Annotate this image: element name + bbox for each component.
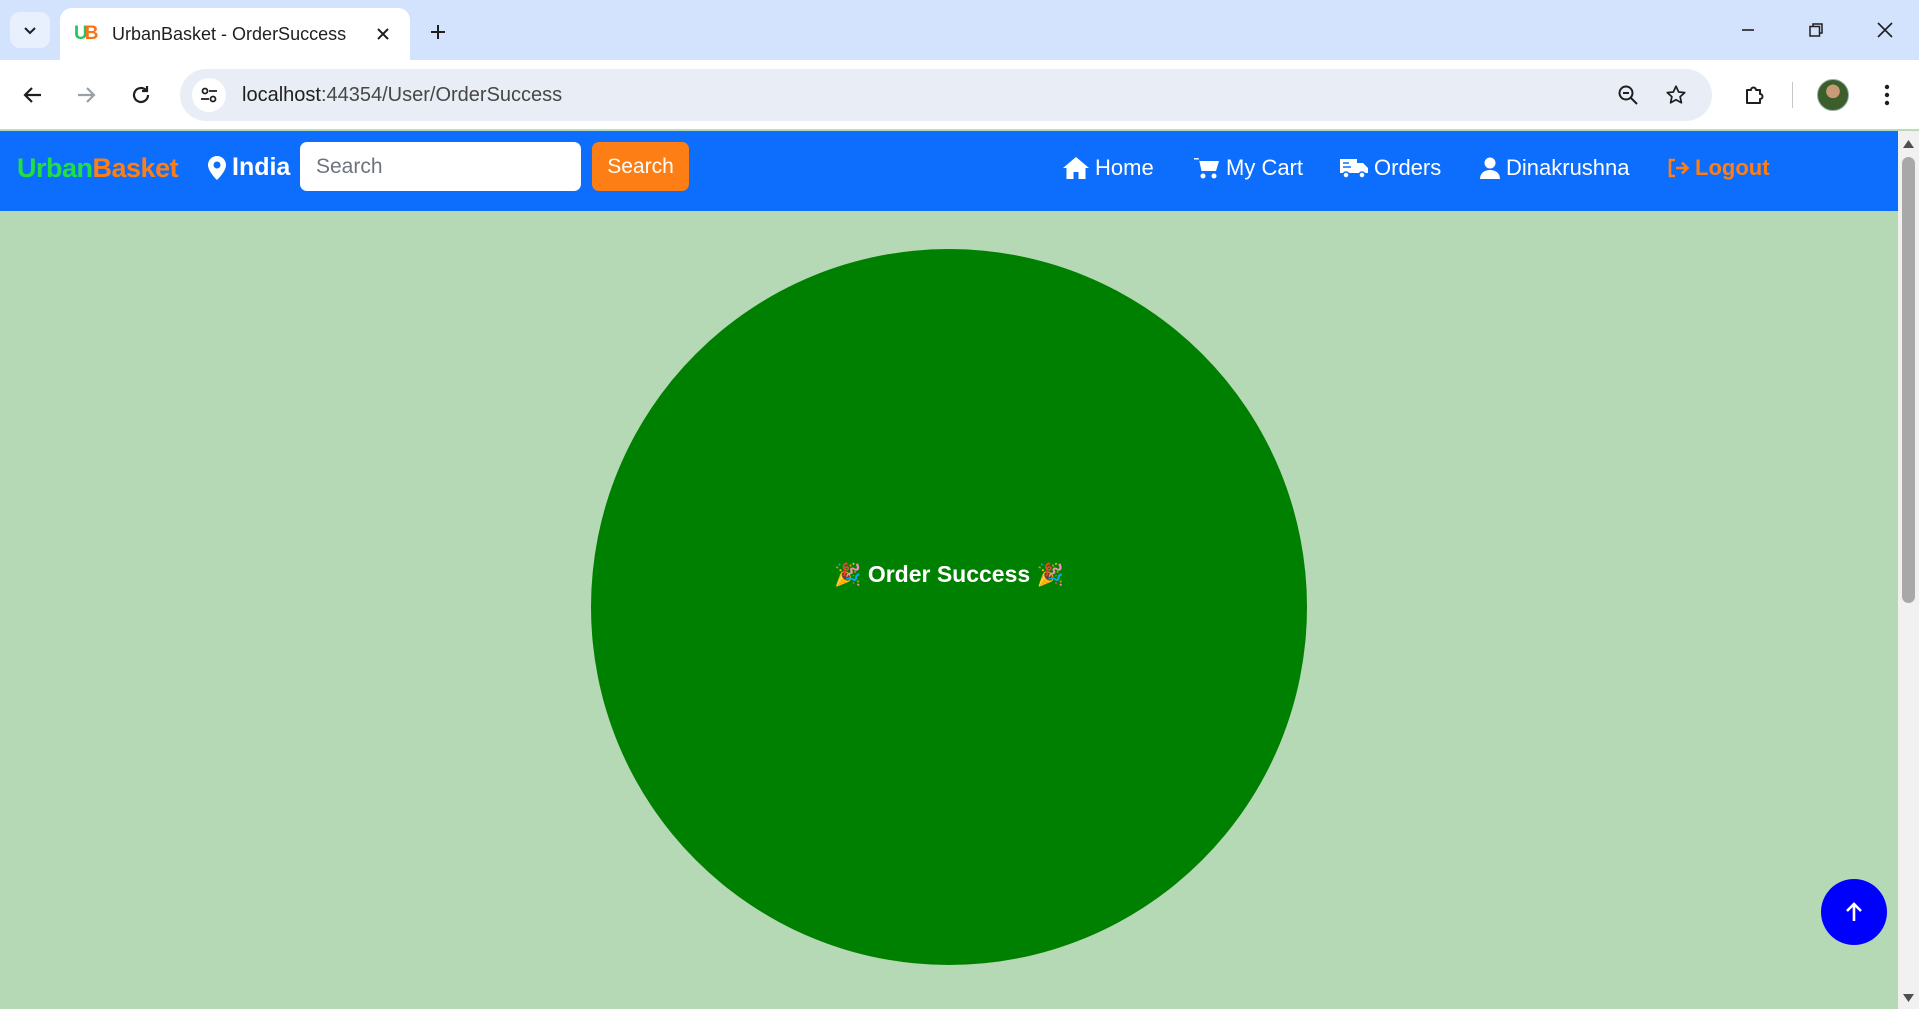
nav-user[interactable]: Dinakrushna xyxy=(1480,155,1630,181)
brand-logo[interactable]: UrbanBasket xyxy=(17,153,179,184)
truck-icon xyxy=(1340,159,1368,179)
star-icon xyxy=(1666,85,1686,104)
url-host: localhost xyxy=(242,83,321,106)
address-bar[interactable]: localhost:44354/User/OrderSuccess xyxy=(180,69,1712,121)
cart-icon xyxy=(1194,158,1219,179)
nav-user-label: Dinakrushna xyxy=(1506,155,1630,180)
minimize-icon xyxy=(1742,29,1754,31)
scroll-up-arrow[interactable] xyxy=(1902,137,1915,150)
favicon-icon: UB xyxy=(74,23,98,44)
party-popper-icon: 🎉 xyxy=(1036,562,1064,587)
bookmark-button[interactable] xyxy=(1660,79,1692,111)
forward-button[interactable] xyxy=(66,75,106,115)
avatar xyxy=(1817,79,1849,111)
search-button[interactable]: Search xyxy=(592,142,689,191)
plus-icon xyxy=(431,25,445,39)
user-icon xyxy=(1480,157,1500,179)
new-tab-button[interactable] xyxy=(420,14,456,50)
browser-tab-active[interactable]: UB UrbanBasket - OrderSuccess xyxy=(60,8,410,60)
arrow-left-icon xyxy=(23,87,41,103)
url-path: :44354/User/OrderSuccess xyxy=(320,83,563,106)
restore-icon xyxy=(1809,23,1823,37)
close-icon xyxy=(377,28,389,40)
close-icon xyxy=(1877,22,1893,38)
nav-cart[interactable]: My Cart xyxy=(1194,155,1303,181)
minimize-button[interactable] xyxy=(1725,10,1771,50)
nav-logout-label: Logout xyxy=(1695,155,1770,180)
reload-icon xyxy=(132,86,150,104)
puzzle-icon xyxy=(1746,86,1764,104)
zoom-button[interactable] xyxy=(1612,79,1644,111)
close-window-button[interactable] xyxy=(1862,10,1908,50)
success-circle xyxy=(591,249,1307,965)
location-indicator: India xyxy=(208,153,290,182)
nav-home-label: Home xyxy=(1095,155,1154,180)
zoom-out-icon xyxy=(1618,85,1638,105)
location-text: India xyxy=(232,153,291,181)
toolbar-separator xyxy=(1792,82,1793,108)
extensions-button[interactable] xyxy=(1735,75,1775,115)
brand-basket: Basket xyxy=(92,153,179,183)
brand-urban: Urban xyxy=(17,153,93,183)
search-input[interactable] xyxy=(300,142,581,191)
arrow-up-icon xyxy=(1846,902,1862,921)
triangle-down-icon xyxy=(1903,993,1914,1002)
tab-close-button[interactable] xyxy=(370,21,396,47)
tune-icon xyxy=(201,87,217,103)
map-pin-icon xyxy=(208,155,226,180)
nav-orders-label: Orders xyxy=(1374,155,1442,180)
party-popper-icon: 🎉 xyxy=(834,562,862,587)
profile-button[interactable] xyxy=(1813,75,1853,115)
browser-tabstrip: UB UrbanBasket - OrderSuccess xyxy=(0,0,1919,60)
order-success-message: 🎉 Order Success 🎉 xyxy=(591,561,1307,588)
scrollbar-thumb[interactable] xyxy=(1902,157,1915,603)
page-scrollbar[interactable] xyxy=(1898,131,1919,1009)
scroll-down-arrow[interactable] xyxy=(1902,991,1915,1004)
browser-toolbar: localhost:44354/User/OrderSuccess xyxy=(0,60,1919,130)
house-icon xyxy=(1063,157,1089,179)
restore-button[interactable] xyxy=(1793,10,1839,50)
site-navbar: UrbanBasket India Search Home My Cart Or… xyxy=(0,131,1898,211)
chevron-down-icon xyxy=(24,27,36,35)
nav-cart-label: My Cart xyxy=(1226,155,1303,180)
url-text: localhost:44354/User/OrderSuccess xyxy=(242,84,562,107)
more-vert-icon xyxy=(1884,84,1890,106)
nav-orders[interactable]: Orders xyxy=(1340,155,1441,181)
tab-search-button[interactable] xyxy=(10,12,50,48)
reload-button[interactable] xyxy=(121,75,161,115)
back-button[interactable] xyxy=(13,75,53,115)
nav-home[interactable]: Home xyxy=(1063,155,1154,181)
order-success-text: Order Success xyxy=(867,561,1031,587)
nav-logout[interactable]: Logout xyxy=(1667,155,1770,181)
tab-title: UrbanBasket - OrderSuccess xyxy=(112,23,347,44)
browser-menu-button[interactable] xyxy=(1867,75,1907,115)
triangle-up-icon xyxy=(1903,139,1914,148)
sign-out-icon xyxy=(1668,158,1689,178)
page-viewport: UrbanBasket India Search Home My Cart Or… xyxy=(0,131,1898,1009)
arrow-right-icon xyxy=(78,87,96,103)
site-info-button[interactable] xyxy=(192,78,226,112)
scroll-to-top-button[interactable] xyxy=(1821,879,1887,945)
